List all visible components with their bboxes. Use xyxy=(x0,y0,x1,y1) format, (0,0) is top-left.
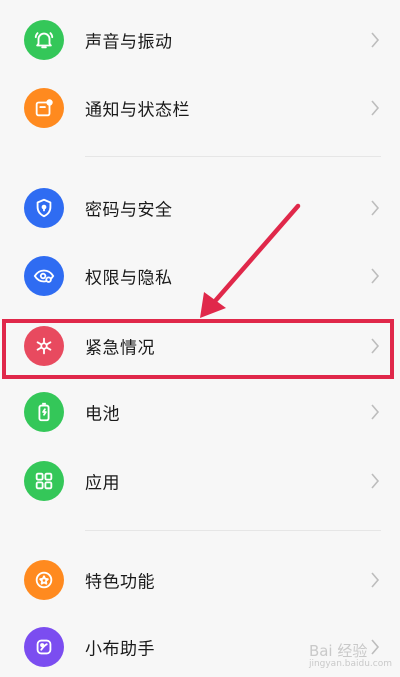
watermark-subtext: jingyan.baidu.com xyxy=(308,659,392,669)
chevron-right-icon xyxy=(370,472,380,490)
asterisk-icon xyxy=(24,326,64,366)
chevron-right-icon xyxy=(370,571,380,589)
chevron-right-icon xyxy=(370,99,380,117)
watermark-text: Bai 经验 xyxy=(308,642,368,660)
settings-item-label: 应用 xyxy=(85,473,120,494)
chevron-right-icon xyxy=(370,31,380,49)
settings-item-notifications[interactable]: 通知与状态栏 xyxy=(0,78,400,138)
apps-grid-icon xyxy=(24,461,64,501)
star-icon xyxy=(24,560,64,600)
chevron-right-icon xyxy=(370,403,380,421)
settings-item-label: 特色功能 xyxy=(85,572,155,593)
settings-list: 声音与振动 通知与状态栏 密码与安全 权限与隐私 紧急情况 电池 应用 特色功能… xyxy=(0,0,400,673)
settings-item-label: 紧急情况 xyxy=(85,338,155,359)
settings-item-sound-vibration[interactable]: 声音与振动 xyxy=(0,10,400,70)
watermark: Bai 经验 jingyan.baidu.com xyxy=(309,640,392,669)
section-divider xyxy=(85,156,381,157)
shield-lock-icon xyxy=(24,188,64,228)
bell-icon xyxy=(24,20,64,60)
settings-item-apps[interactable]: 应用 xyxy=(0,451,400,511)
chevron-right-icon xyxy=(370,337,380,355)
settings-item-label: 电池 xyxy=(85,404,120,425)
chevron-right-icon xyxy=(370,199,380,217)
settings-item-label: 密码与安全 xyxy=(85,200,173,221)
eye-privacy-icon xyxy=(24,256,64,296)
settings-item-emergency[interactable]: 紧急情况 xyxy=(0,316,400,376)
settings-item-special-features[interactable]: 特色功能 xyxy=(0,550,400,610)
settings-item-permissions-privacy[interactable]: 权限与隐私 xyxy=(0,246,400,306)
settings-item-password-security[interactable]: 密码与安全 xyxy=(0,178,400,238)
chevron-right-icon xyxy=(370,267,380,285)
settings-item-label: 声音与振动 xyxy=(85,32,173,53)
settings-item-battery[interactable]: 电池 xyxy=(0,382,400,442)
section-divider xyxy=(85,530,381,531)
settings-item-label: 权限与隐私 xyxy=(85,268,173,289)
settings-item-label: 小布助手 xyxy=(85,639,155,660)
battery-icon xyxy=(24,392,64,432)
notification-icon xyxy=(24,88,64,128)
settings-item-label: 通知与状态栏 xyxy=(85,100,190,121)
assistant-icon xyxy=(24,627,64,667)
